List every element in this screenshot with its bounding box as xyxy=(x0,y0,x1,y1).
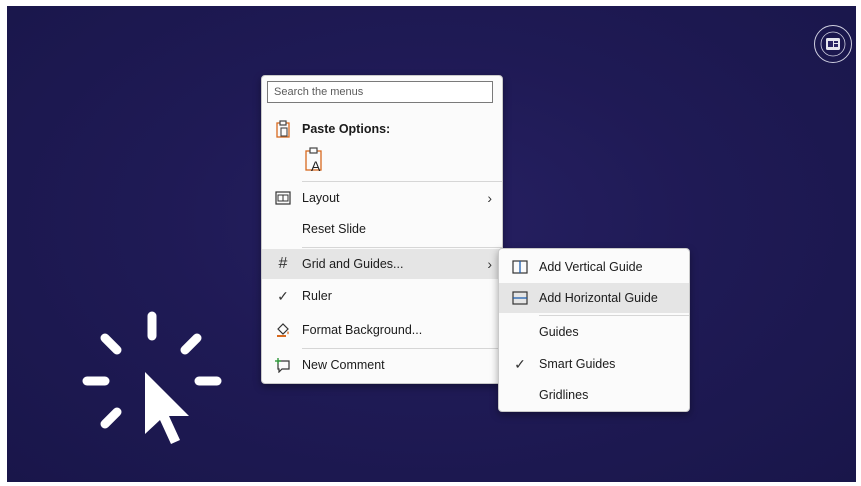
layout-icon xyxy=(274,189,292,207)
menu-separator xyxy=(302,348,502,349)
menu-item-format-background[interactable]: Format Background... xyxy=(262,315,502,345)
vertical-guide-icon xyxy=(511,258,529,276)
paste-options-label: Paste Options: xyxy=(302,122,391,136)
menu-item-layout[interactable]: Layout › xyxy=(262,183,502,213)
grid-and-guides-label: Grid and Guides... xyxy=(302,257,404,271)
submenu-item-add-vertical-guide[interactable]: Add Vertical Guide xyxy=(499,252,689,282)
slide-canvas[interactable]: Paste Options: A Layout › Reset Slide # … xyxy=(7,6,856,482)
menu-separator xyxy=(302,181,502,182)
reset-slide-label: Reset Slide xyxy=(302,222,366,236)
grid-and-guides-submenu: Add Vertical Guide Add Horizontal Guide … xyxy=(498,248,690,412)
format-background-icon xyxy=(274,321,292,339)
paste-keep-text-only-button[interactable]: A xyxy=(302,146,330,176)
gridlines-label: Gridlines xyxy=(539,388,589,402)
menu-item-new-comment[interactable]: New Comment xyxy=(262,350,502,380)
grid-hash-icon: # xyxy=(278,255,288,272)
chevron-right-icon: › xyxy=(487,190,492,206)
submenu-separator xyxy=(539,315,689,316)
menu-item-reset-slide[interactable]: Reset Slide xyxy=(262,214,502,244)
checkmark-icon: ✓ xyxy=(514,355,526,372)
horizontal-guide-icon xyxy=(511,289,529,307)
smart-guides-label: Smart Guides xyxy=(539,357,616,371)
new-comment-label: New Comment xyxy=(302,358,385,372)
new-comment-icon xyxy=(274,356,292,374)
add-vertical-guide-label: Add Vertical Guide xyxy=(539,260,643,274)
menu-item-ruler[interactable]: ✓ Ruler xyxy=(262,281,502,311)
watermark-logo xyxy=(813,24,853,64)
paste-text-only-letter: A xyxy=(311,158,321,174)
chevron-right-icon: › xyxy=(487,256,492,272)
paste-options-header: Paste Options: xyxy=(262,114,502,144)
guides-label: Guides xyxy=(539,325,579,339)
menu-separator xyxy=(302,247,502,248)
submenu-item-gridlines[interactable]: Gridlines xyxy=(499,380,689,410)
context-menu: Paste Options: A Layout › Reset Slide # … xyxy=(261,75,503,384)
menu-item-grid-and-guides[interactable]: # Grid and Guides... › xyxy=(262,249,502,279)
submenu-item-smart-guides[interactable]: ✓ Smart Guides xyxy=(499,349,689,379)
submenu-item-guides[interactable]: Guides xyxy=(499,317,689,347)
checkmark-icon: ✓ xyxy=(277,287,289,304)
ruler-label: Ruler xyxy=(302,289,332,303)
search-menus-input[interactable] xyxy=(267,81,493,103)
loading-spinner-icon xyxy=(77,306,227,456)
layout-label: Layout xyxy=(302,191,340,205)
add-horizontal-guide-label: Add Horizontal Guide xyxy=(539,291,658,305)
clipboard-paste-icon xyxy=(274,120,292,138)
submenu-item-add-horizontal-guide[interactable]: Add Horizontal Guide xyxy=(499,283,689,313)
format-background-label: Format Background... xyxy=(302,323,423,337)
